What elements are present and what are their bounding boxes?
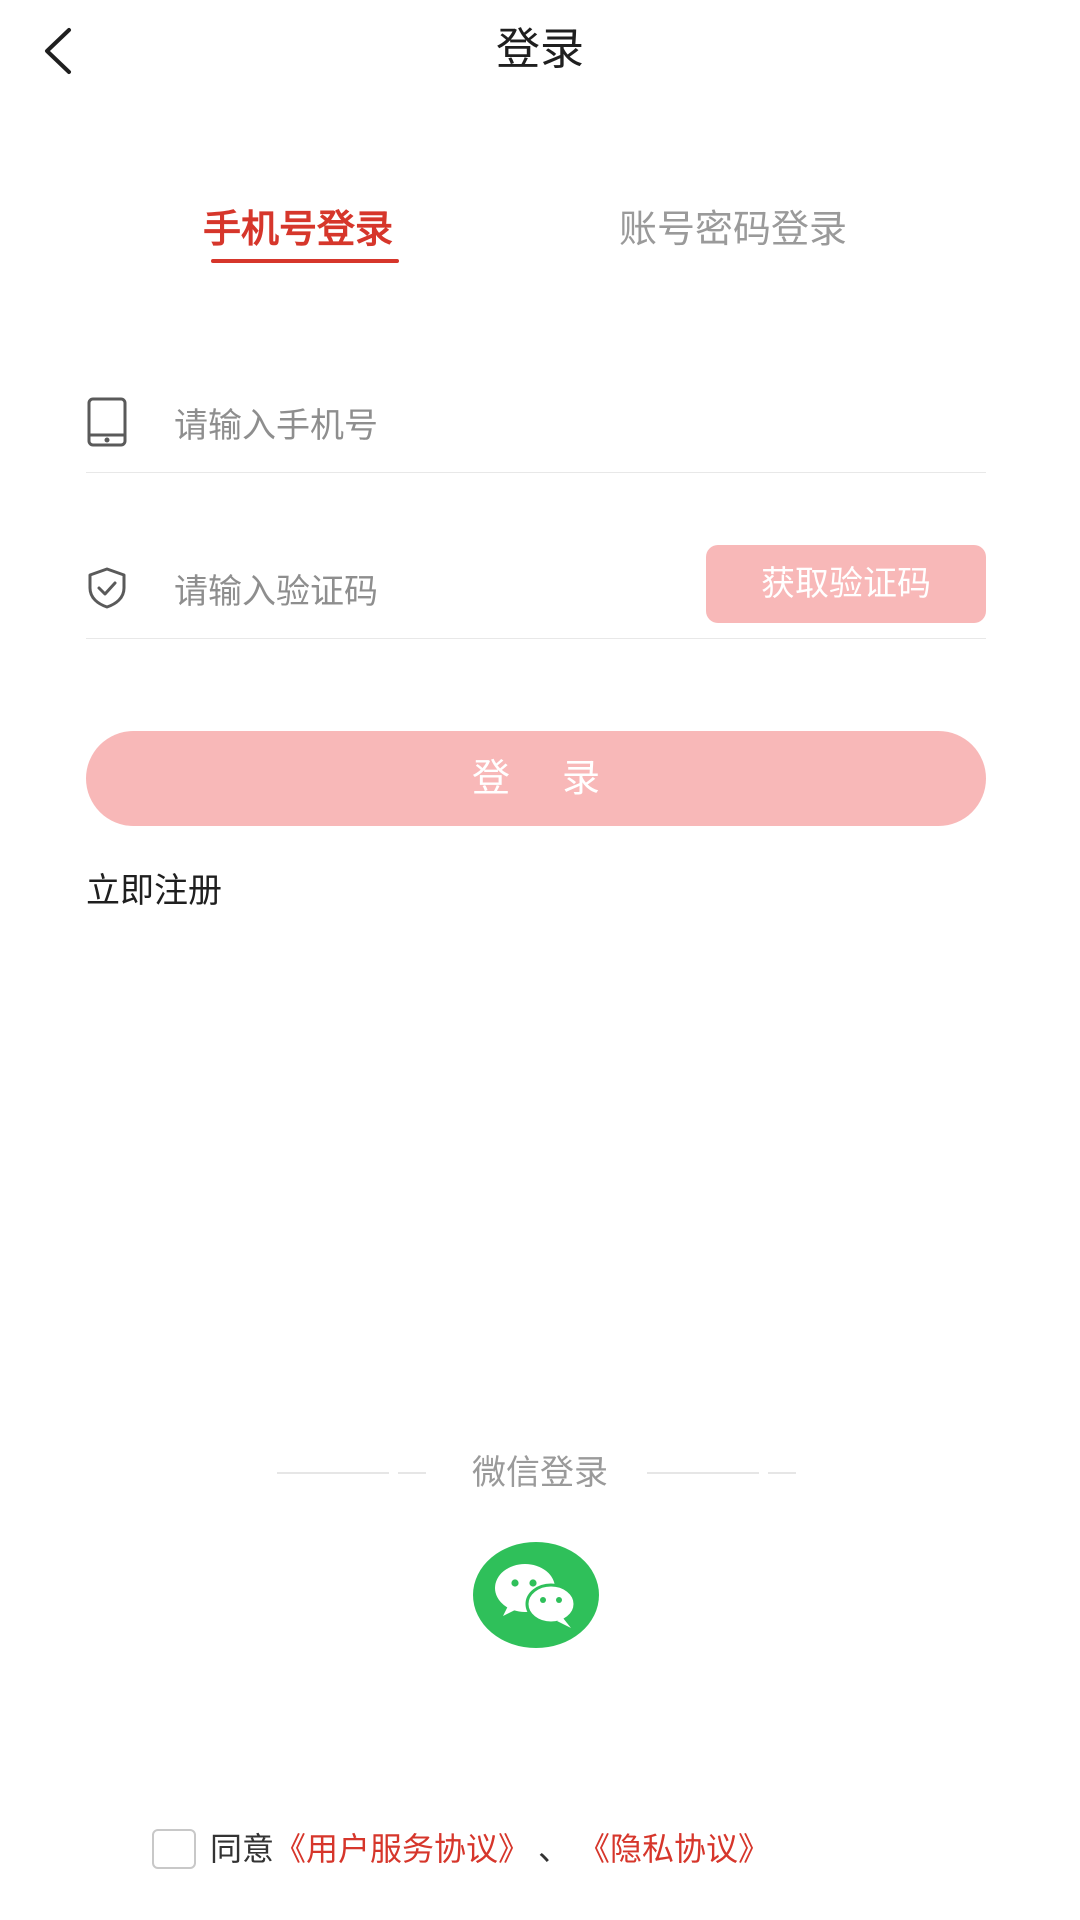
shield-check-icon [86, 562, 128, 614]
active-tab-indicator [211, 259, 399, 263]
wechat-login-title: 微信登录 [472, 1453, 608, 1493]
code-input[interactable] [174, 548, 734, 636]
mobile-phone-icon [86, 396, 128, 448]
tab-account-login[interactable]: 账号密码登录 [619, 203, 847, 255]
tab-phone-login[interactable]: 手机号登录 [203, 203, 393, 255]
phone-input[interactable] [174, 382, 734, 470]
user-agreement-link[interactable]: 《用户服务协议》 [274, 1826, 530, 1872]
agreement-checkbox[interactable] [152, 1829, 196, 1869]
login-button[interactable]: 登 录 [86, 731, 986, 826]
wechat-icon [495, 1564, 577, 1628]
agreement-prefix: 同意 [210, 1830, 275, 1868]
register-link[interactable]: 立即注册 [86, 868, 222, 914]
code-field-row: 获取验证码 [86, 545, 986, 639]
agreement-row: 同意 《用户服务协议》 、 《隐私协议》 [152, 1826, 770, 1872]
login-page: 登录 手机号登录 账号密码登录 获取验证码 登 录 立即注册 微 [0, 0, 1080, 1920]
page-title: 登录 [496, 24, 584, 75]
privacy-agreement-link[interactable]: 《隐私协议》 [578, 1826, 770, 1872]
get-code-button[interactable]: 获取验证码 [706, 545, 986, 623]
wechat-login-button[interactable] [473, 1542, 599, 1648]
phone-field-row [86, 382, 986, 473]
agreement-separator: 、 [538, 1830, 571, 1868]
